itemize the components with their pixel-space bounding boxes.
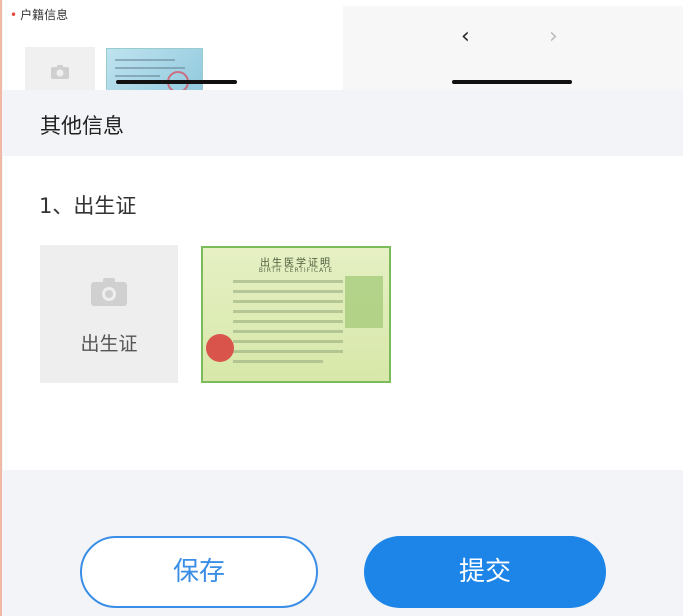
birth-certificate-upload-button[interactable]: 出生证 (40, 245, 178, 383)
certificate-line (233, 350, 343, 353)
certificate-line (233, 290, 343, 293)
camera-icon (91, 278, 127, 306)
preview-card-left: • 户籍信息 (3, 0, 343, 90)
certificate-line (233, 320, 343, 323)
section-title: 其他信息 (40, 114, 124, 138)
national-emblem-icon (206, 334, 234, 362)
home-indicator (452, 80, 572, 84)
certificate-line (233, 340, 343, 343)
required-dot-icon: • (10, 8, 18, 22)
household-info-heading: • 户籍信息 (10, 8, 69, 22)
certificate-line (233, 310, 343, 313)
back-arrow-icon[interactable]: ‹ (461, 26, 470, 48)
doc-line (115, 59, 175, 61)
certificate-line (233, 360, 323, 363)
doc-line (115, 75, 160, 77)
save-button[interactable]: 保存 (80, 536, 318, 608)
certificate-line (233, 300, 343, 303)
preview-card-right: ‹ › (343, 6, 683, 90)
certificate-side-panel (345, 276, 383, 328)
upload-label: 出生证 (80, 333, 138, 355)
submit-button[interactable]: 提交 (364, 536, 606, 608)
camera-icon (51, 65, 69, 79)
household-upload-placeholder[interactable] (25, 47, 95, 90)
left-edge-border (0, 0, 2, 616)
certificate-line (233, 280, 343, 283)
section-header: 其他信息 (3, 90, 683, 156)
other-info-card: 1、出生证 出生证 出生医学证明 BIRTH CERTIFICATE (3, 156, 683, 470)
doc-line (115, 67, 185, 69)
forward-arrow-icon[interactable]: › (549, 26, 558, 48)
birth-certificate-label: 1、出生证 (39, 194, 137, 218)
home-indicator (116, 80, 237, 84)
birth-certificate-thumbnail[interactable]: 出生医学证明 BIRTH CERTIFICATE (201, 246, 391, 383)
certificate-subtitle: BIRTH CERTIFICATE (258, 267, 334, 274)
certificate-line (233, 330, 343, 333)
